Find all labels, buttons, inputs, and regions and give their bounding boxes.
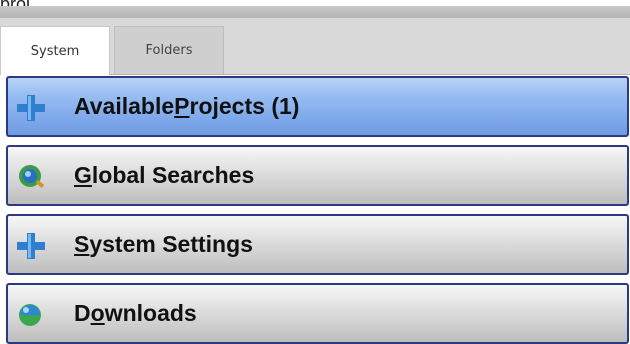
panel-label: Available Projects (1)	[74, 93, 300, 119]
tab-folders[interactable]: Folders	[114, 26, 224, 74]
panel-global-searches[interactable]: Global Searches	[6, 145, 629, 206]
panel-label: System Settings	[74, 231, 253, 257]
tab-system[interactable]: System	[0, 26, 110, 75]
top-bar	[0, 6, 630, 18]
plus-icon	[17, 233, 45, 259]
panel-label: Do wnloads	[74, 300, 197, 326]
globe-search-icon	[19, 165, 44, 188]
panel-label: Global Searches	[74, 162, 255, 188]
panel-system-settings[interactable]: System Settings	[6, 214, 629, 275]
panel-available-projects[interactable]: Available Projects (1)	[6, 76, 629, 137]
plus-icon	[17, 95, 45, 121]
tab-strip: System Folders	[0, 18, 630, 75]
download-globe-icon	[19, 304, 41, 326]
panel-downloads[interactable]: Do wnloads	[6, 283, 629, 344]
